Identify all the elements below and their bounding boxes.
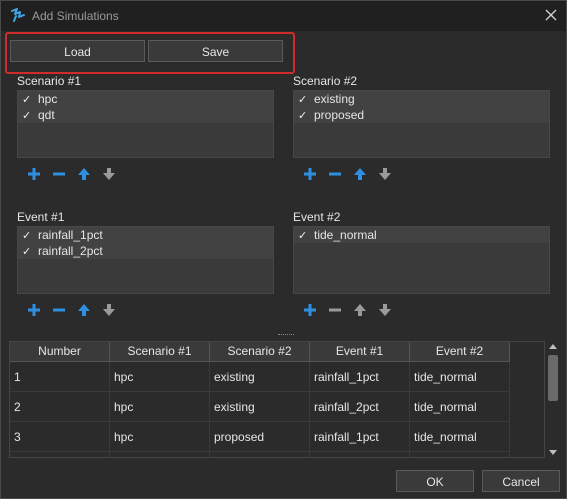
cancel-button[interactable]: Cancel <box>482 470 560 492</box>
column-header[interactable]: Event #2 <box>410 342 510 361</box>
scenario2-label: Scenario #2 <box>293 74 358 88</box>
column-header[interactable]: Number <box>10 342 110 361</box>
simulations-table[interactable]: Number Scenario #1 Scenario #2 Event #1 … <box>9 341 545 458</box>
arrow-up-icon[interactable] <box>76 302 92 318</box>
scenario1-label: Scenario #1 <box>17 74 82 88</box>
table-cell[interactable]: 2 <box>10 392 110 422</box>
checkbox[interactable]: ✓ <box>22 108 36 124</box>
table-cell[interactable]: tide_normal <box>410 452 510 457</box>
table-cell[interactable]: rainfall_1pct <box>310 422 410 452</box>
arrow-down-icon[interactable] <box>101 166 117 182</box>
column-header[interactable]: Event #1 <box>310 342 410 361</box>
arrow-down-icon[interactable] <box>377 302 393 318</box>
list-item[interactable]: ✓ rainfall_1pct <box>18 227 273 243</box>
list-item[interactable]: ✓ existing <box>294 91 549 107</box>
scenario1-list[interactable]: ✓ hpc ✓ qdt <box>17 90 274 158</box>
event2-label: Event #2 <box>293 210 341 224</box>
checkbox[interactable]: ✓ <box>22 244 36 260</box>
table-cell[interactable]: 3 <box>10 422 110 452</box>
list-item[interactable]: ✓ proposed <box>294 107 549 123</box>
table-cell[interactable]: hpc <box>110 362 210 392</box>
arrow-down-icon[interactable] <box>377 166 393 182</box>
column-header[interactable]: Scenario #2 <box>210 342 310 361</box>
checkbox[interactable]: ✓ <box>298 92 312 108</box>
table-cell[interactable]: proposed <box>210 422 310 452</box>
arrow-down-icon[interactable] <box>101 302 117 318</box>
close-icon[interactable] <box>544 8 558 22</box>
plus-icon[interactable] <box>302 166 318 182</box>
title-bar: Add Simulations <box>1 1 566 31</box>
table-row[interactable]: 4hpcproposedrainfall_2pcttide_normal <box>10 452 510 457</box>
list-item[interactable]: ✓ hpc <box>18 91 273 107</box>
table-cell[interactable]: rainfall_1pct <box>310 362 410 392</box>
arrow-up-icon[interactable] <box>76 166 92 182</box>
scenario2-list[interactable]: ✓ existing ✓ proposed <box>293 90 550 158</box>
list-item[interactable]: ✓ rainfall_2pct <box>18 243 273 259</box>
event2-list[interactable]: ✓ tide_normal <box>293 226 550 294</box>
event1-list[interactable]: ✓ rainfall_1pct ✓ rainfall_2pct <box>17 226 274 294</box>
table-cell[interactable]: 4 <box>10 452 110 457</box>
table-row[interactable]: 3 hpc proposed rainfall_1pct tide_normal <box>10 422 510 452</box>
table-cell[interactable]: tide_normal <box>410 392 510 422</box>
table-cell[interactable]: hpc <box>110 422 210 452</box>
table-header: Number Scenario #1 Scenario #2 Event #1 … <box>10 342 510 362</box>
load-button[interactable]: Load <box>10 40 145 62</box>
checkbox[interactable]: ✓ <box>298 108 312 124</box>
event2-tools <box>302 302 402 318</box>
scenario1-tools <box>26 166 126 182</box>
window-title: Add Simulations <box>32 9 119 23</box>
event1-tools <box>26 302 126 318</box>
minus-icon[interactable] <box>51 302 67 318</box>
table-cell[interactable]: 1 <box>10 362 110 392</box>
scenario2-tools <box>302 166 402 182</box>
arrow-up-icon[interactable] <box>352 302 368 318</box>
ok-button[interactable]: OK <box>396 470 474 492</box>
table-row[interactable]: 2 hpc existing rainfall_2pct tide_normal <box>10 392 510 422</box>
table-cell[interactable]: tide_normal <box>410 422 510 452</box>
add-simulations-dialog: Add Simulations Load Save Scenario #1 ✓ h… <box>0 0 567 499</box>
minus-icon[interactable] <box>327 166 343 182</box>
list-item[interactable]: ✓ qdt <box>18 107 273 123</box>
table-scrollbar[interactable] <box>546 341 560 458</box>
plus-icon[interactable] <box>26 166 42 182</box>
minus-icon[interactable] <box>327 302 343 318</box>
checkbox[interactable]: ✓ <box>22 228 36 244</box>
event1-label: Event #1 <box>17 210 65 224</box>
scroll-thumb[interactable] <box>548 355 558 401</box>
table-cell[interactable]: rainfall_2pct <box>310 452 410 457</box>
scroll-up-icon[interactable] <box>546 341 560 353</box>
table-cell[interactable]: hpc <box>110 452 210 457</box>
table-cell[interactable]: proposed <box>210 452 310 457</box>
checkbox[interactable]: ✓ <box>298 228 312 244</box>
column-header[interactable]: Scenario #1 <box>110 342 210 361</box>
table-cell[interactable]: existing <box>210 362 310 392</box>
table-cell[interactable]: hpc <box>110 392 210 422</box>
scroll-down-icon[interactable] <box>546 446 560 458</box>
arrow-up-icon[interactable] <box>352 166 368 182</box>
table-cell[interactable]: existing <box>210 392 310 422</box>
table-cell[interactable]: tide_normal <box>410 362 510 392</box>
list-item[interactable]: ✓ tide_normal <box>294 227 549 243</box>
minus-icon[interactable] <box>51 166 67 182</box>
table-cell[interactable]: rainfall_2pct <box>310 392 410 422</box>
table-row[interactable]: 1 hpc existing rainfall_1pct tide_normal <box>10 362 510 392</box>
checkbox[interactable]: ✓ <box>22 92 36 108</box>
hydraulic-model-icon <box>11 8 25 22</box>
plus-icon[interactable] <box>26 302 42 318</box>
save-button[interactable]: Save <box>148 40 283 62</box>
splitter-handle[interactable] <box>278 334 294 338</box>
plus-icon[interactable] <box>302 302 318 318</box>
